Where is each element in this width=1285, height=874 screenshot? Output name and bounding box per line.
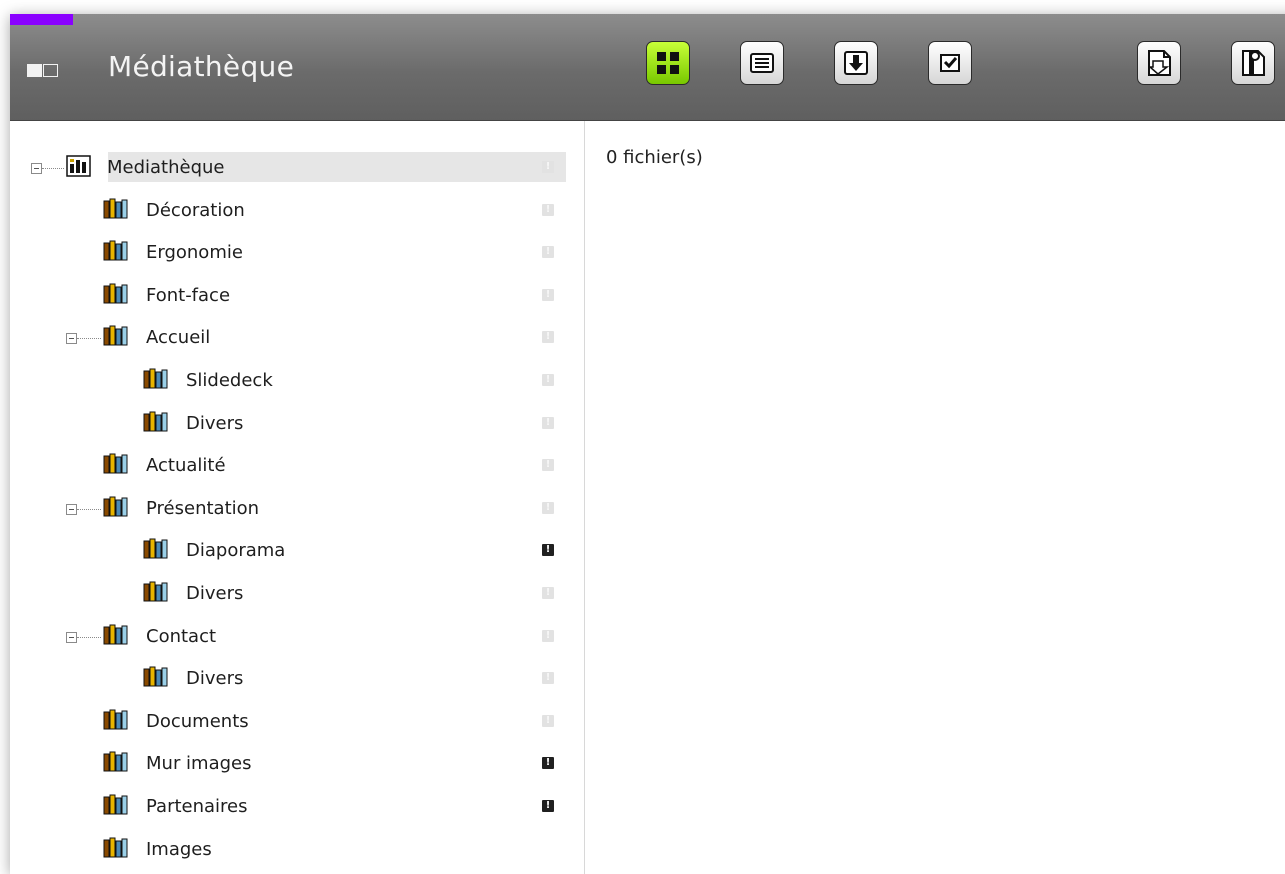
tree-item-label[interactable]: Actualité: [146, 455, 226, 476]
upload-button[interactable]: [1137, 41, 1181, 85]
accent-bar: [10, 14, 73, 25]
status-flag-icon: !: [542, 587, 554, 599]
list-icon: [750, 53, 774, 73]
app-title: Médiathèque: [108, 50, 295, 83]
folder-books-icon: [103, 624, 128, 645]
header-bar: Médiathèque: [10, 14, 1285, 121]
select-button[interactable]: [928, 41, 972, 85]
status-flag-icon: !: [542, 501, 554, 514]
folder-books-icon: [103, 709, 128, 730]
folder-books-icon: [103, 453, 128, 474]
status-flag-icon: !: [542, 331, 554, 344]
folder-books-icon: [103, 496, 128, 517]
arrow-down-icon: [844, 51, 868, 75]
zip-button[interactable]: [1231, 41, 1275, 85]
tree-item-label[interactable]: Documents: [146, 711, 249, 732]
folder-books-icon: [103, 837, 128, 858]
list-view-button[interactable]: [740, 41, 784, 85]
folder-books-icon: [143, 538, 168, 559]
tree-item-label[interactable]: Ergonomie: [146, 242, 243, 263]
tree-item-label[interactable]: Partenaires: [146, 796, 248, 817]
tree-item-label[interactable]: Diaporama: [186, 540, 285, 561]
file-count-label: 0 fichier(s): [606, 147, 703, 168]
folder-books-icon: [103, 325, 128, 346]
library-root-icon: [66, 155, 91, 177]
panel-toggle-icon[interactable]: [27, 64, 59, 78]
status-flag-icon: !: [542, 161, 554, 173]
tree-connector: [77, 636, 101, 638]
tree-connector: [42, 168, 64, 169]
tree-item-label[interactable]: Divers: [186, 668, 243, 689]
status-flag-icon: !: [542, 459, 554, 472]
folder-books-icon: [103, 794, 128, 815]
status-flag-icon: !: [542, 800, 554, 812]
tree-item-label[interactable]: Mur images: [146, 753, 252, 774]
tree-item-label[interactable]: Présentation: [146, 498, 259, 519]
tree-item-label[interactable]: Divers: [186, 583, 243, 604]
tree-root-label[interactable]: Mediathèque: [107, 157, 225, 178]
tree-connector: [77, 338, 101, 340]
tree-item-label[interactable]: Slidedeck: [186, 370, 273, 391]
tree-item-label[interactable]: Images: [146, 839, 212, 860]
folder-books-icon: [103, 198, 128, 219]
tree-item-label[interactable]: Font-face: [146, 285, 230, 306]
upload-file-icon: [1148, 50, 1171, 76]
sort-down-button[interactable]: [834, 41, 878, 85]
folder-books-icon: [143, 666, 168, 687]
status-flag-icon: !: [542, 203, 554, 216]
grid-view-button[interactable]: [646, 41, 690, 85]
screen: Médiathèque Mediathèque ! Décoration ! E…: [0, 0, 1285, 874]
folder-books-icon: [103, 751, 128, 772]
tree-connector: [77, 508, 101, 510]
status-flag-icon: !: [542, 672, 554, 685]
tree-item-label[interactable]: Divers: [186, 413, 243, 434]
zip-file-icon: [1242, 50, 1265, 76]
status-flag-icon: !: [542, 416, 554, 429]
tree-collapse-icon[interactable]: [66, 503, 77, 515]
folder-books-icon: [143, 368, 168, 389]
tree-collapse-icon[interactable]: [66, 333, 77, 345]
folder-books-icon: [143, 581, 168, 602]
status-flag-icon: !: [542, 714, 554, 727]
media-library-window: Médiathèque Mediathèque ! Décoration ! E…: [10, 14, 1285, 874]
status-flag-icon: !: [542, 757, 554, 770]
folder-books-icon: [103, 240, 128, 261]
status-flag-icon: !: [542, 629, 554, 642]
file-content-panel: 0 fichier(s): [585, 121, 1285, 874]
tree-collapse-icon[interactable]: [31, 163, 42, 174]
status-flag-icon: !: [542, 246, 554, 259]
status-flag-icon: !: [542, 544, 554, 557]
checkbox-icon: [940, 54, 960, 72]
grid-icon: [657, 52, 679, 74]
status-flag-icon: !: [542, 288, 554, 301]
tree-item-label[interactable]: Accueil: [146, 327, 210, 348]
tree-item-label[interactable]: Décoration: [146, 200, 245, 221]
status-flag-icon: !: [542, 374, 554, 386]
tree-collapse-icon[interactable]: [66, 631, 77, 643]
folder-books-icon: [143, 411, 168, 432]
folder-tree-panel: Mediathèque ! Décoration! Ergonomie! Font-…: [10, 121, 585, 874]
folder-books-icon: [103, 283, 128, 304]
tree-item-label[interactable]: Contact: [146, 626, 216, 647]
